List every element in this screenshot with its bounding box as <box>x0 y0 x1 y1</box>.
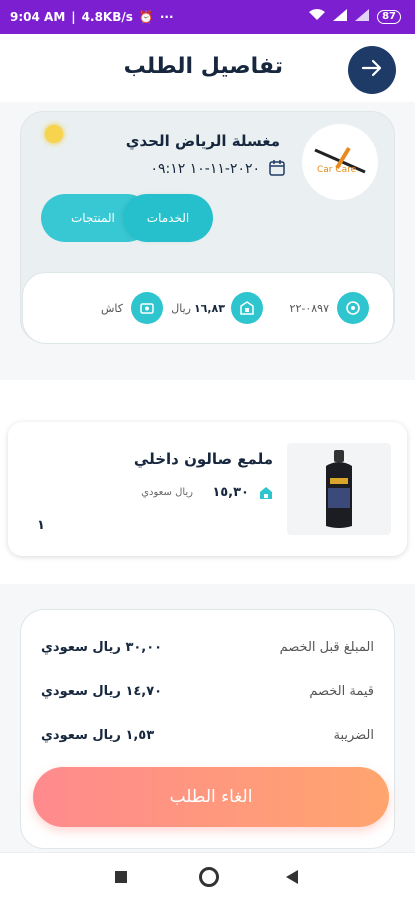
summary-label-subtotal: المبلغ قبل الخصم <box>279 640 374 655</box>
product-currency: ريال سعودي <box>141 487 193 498</box>
more-icon: ··· <box>159 10 174 24</box>
product-quantity: ١ <box>37 518 45 533</box>
price-tag-icon <box>258 485 274 505</box>
order-currency: ريال <box>171 302 191 315</box>
status-speed: 4.8KB/s <box>81 10 133 24</box>
logo-text: Car Care <box>317 165 357 175</box>
product-card[interactable]: ملمع صالون داخلي ١٥,٣٠ ريال سعودي ١ <box>8 422 407 556</box>
tab-services[interactable]: الخدمات <box>123 194 213 242</box>
page-title: تفاصيل الطلب <box>123 54 283 79</box>
summary-value-subtotal: ٣٠,٠٠ ريال سعودي <box>41 640 163 655</box>
shop-logo: Car Care <box>302 124 378 200</box>
status-bar: 9:04 AM | 4.8KB/s ⏰ ··· 87 <box>0 0 415 34</box>
arrow-right-icon <box>360 56 384 84</box>
product-name: ملمع صالون داخلي <box>133 450 273 468</box>
order-date: ٢٠٢٠-١١-١٠ ٠٩:١٢ <box>150 161 260 177</box>
order-number: ٠٨٩٧-٢٢ <box>289 302 329 315</box>
receipt-icon <box>337 292 369 324</box>
signal-icon-2 <box>355 9 370 24</box>
money-icon <box>231 292 263 324</box>
home-button[interactable] <box>199 867 219 887</box>
shop-name: مغسلة الرياض الحدي <box>125 132 280 150</box>
calendar-icon <box>268 159 286 181</box>
status-time: 9:04 AM <box>10 10 66 24</box>
app-header: تفاصيل الطلب <box>0 34 415 102</box>
product-image <box>287 443 391 535</box>
back-nav-button[interactable] <box>286 870 298 884</box>
order-card: Car Care مغسلة الرياض الحدي ٢٠٢٠-١١-١٠ ٠… <box>20 111 395 344</box>
summary-value-discount: ١٤,٧٠ ريال سعودي <box>41 684 163 699</box>
payment-method: كاش <box>100 302 123 315</box>
system-nav-bar <box>0 852 415 900</box>
sun-icon <box>45 125 63 143</box>
cash-icon <box>131 292 163 324</box>
cancel-order-button[interactable]: الغاء الطلب <box>33 767 389 827</box>
order-amount: ١٦,٨٣ <box>193 302 225 315</box>
summary-value-tax: ١,٥٣ ريال سعودي <box>41 728 155 743</box>
recents-button[interactable] <box>115 871 127 883</box>
order-info-row: ٠٨٩٧-٢٢ ١٦,٨٣ ريال كاش <box>22 272 394 344</box>
wifi-icon <box>309 9 326 24</box>
back-button[interactable] <box>348 46 396 94</box>
alarm-icon: ⏰ <box>138 10 154 24</box>
order-tabs: المنتجات الخدمات <box>41 194 213 242</box>
product-price: ١٥,٣٠ <box>212 485 249 500</box>
signal-icon <box>333 9 348 24</box>
summary-label-discount: قيمة الخصم <box>309 684 374 699</box>
battery-icon: 87 <box>377 9 401 24</box>
summary-label-tax: الضريبة <box>333 728 374 743</box>
